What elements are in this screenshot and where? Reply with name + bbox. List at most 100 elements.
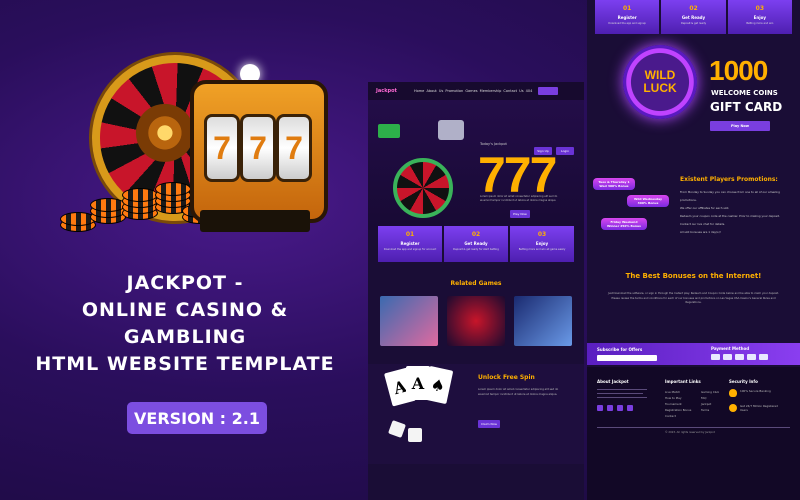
slot-machine-image: 7 7 7 — [190, 80, 328, 223]
step-number: 01 — [405, 231, 415, 238]
footer-about-title: About Jackpot — [597, 379, 629, 384]
coins-number: 1000 — [709, 55, 768, 86]
step-card: 01 Register Download the app and signup — [595, 0, 660, 34]
users-icon — [729, 404, 737, 412]
preview-steps: 01 Register Download the app and signup … — [378, 226, 574, 262]
free-spin-text: Lorem ipsum dolor sit amet consectetur a… — [478, 388, 559, 396]
preview-hero: Today's Jackpot 777 Sign Up Login Lorem … — [368, 100, 584, 230]
promotion-page-preview: 01 Register Download the app and signup … — [587, 0, 800, 500]
login-button[interactable]: Login — [556, 147, 574, 155]
promo-badge: Tues & Thursday 1 Wed 300% Bonus — [593, 178, 635, 190]
gift-play-button[interactable]: Play Now — [710, 121, 770, 131]
play-now-button[interactable]: Play Now — [510, 210, 530, 218]
step-desc: Download the app and signup for account — [383, 248, 437, 251]
right-steps: 01 Register Download the app and signup … — [595, 0, 792, 34]
step-desc: Download the app and signup — [608, 22, 646, 25]
bonus-title: The Best Bonuses on the Internet! — [625, 272, 762, 280]
step-number: 03 — [755, 5, 764, 12]
footer-links-title: Important Links — [665, 379, 701, 384]
shield-icon — [729, 389, 737, 397]
luck-text: LUCK — [643, 81, 677, 95]
subscribe-label: Subscribe for Offers — [597, 347, 643, 352]
step-title: Enjoy — [535, 241, 549, 246]
payment-label: Payment Method — [711, 346, 750, 351]
instagram-icon[interactable] — [617, 405, 623, 411]
facebook-icon[interactable] — [597, 405, 603, 411]
step-title: Register — [400, 241, 420, 246]
footer-links-list: Live Match How to Play Tournament Regist… — [665, 389, 691, 419]
bonus-text: Just Download the software, or sign in t… — [607, 292, 780, 304]
payment-visa-icon — [711, 354, 720, 360]
hero-title: JACKPOT - ONLINE CASINO & GAMBLING HTML … — [20, 270, 350, 378]
dice-image — [408, 428, 422, 442]
payment-card-icon — [747, 354, 756, 360]
twitter-icon[interactable] — [607, 405, 613, 411]
footer-text-line — [597, 397, 647, 398]
step-number: 01 — [622, 5, 632, 12]
step-title: Enjoy — [753, 15, 766, 20]
step-title: Get Ready — [681, 15, 706, 20]
preview-nav-button[interactable] — [538, 87, 558, 95]
footer-text-line — [597, 393, 643, 394]
security-text: Get 24/7 Million Registered Users — [740, 404, 778, 412]
preview-navbar: Jackpot Home About Us Promotion Games Me… — [368, 82, 584, 100]
step-desc: Betting more and win all game easily — [518, 248, 566, 251]
free-spin-title: Unlock Free Spin — [478, 374, 535, 381]
slot-base — [200, 210, 310, 232]
subscribe-input[interactable] — [597, 355, 657, 361]
hero-title-line3: HTML WEBSITE TEMPLATE — [35, 353, 335, 375]
free-spin-section: A A ♠ Unlock Free Spin Lorem ipsum dolor… — [368, 364, 584, 464]
promo-item: We offer our affiliates for each slot. — [680, 206, 730, 210]
copyright: © 2023. All rights reserved by Jackpot — [665, 431, 715, 434]
signup-button[interactable]: Sign Up — [534, 147, 552, 155]
money-image — [378, 124, 400, 138]
gift-card-label: GIFT CARD — [710, 100, 783, 114]
game-thumbnail[interactable] — [380, 296, 438, 346]
youtube-icon[interactable] — [627, 405, 633, 411]
slot-reel: 7 — [204, 114, 240, 182]
slot-reel: 7 — [240, 114, 276, 182]
payment-bank-icon — [759, 354, 768, 360]
promo-badge: Wild Wednesday 300% Bonus — [627, 195, 669, 207]
step-number: 02 — [471, 231, 481, 238]
promo-item: Redeem your coupon code at the cashier. … — [680, 214, 780, 218]
step-desc: Deposit & get ready for start betting — [453, 248, 499, 251]
related-games-title: Related Games — [450, 280, 502, 287]
hero-title-line1: JACKPOT - — [126, 272, 244, 294]
footer-link[interactable]: Terms — [701, 407, 719, 413]
footer-link[interactable]: Contact — [665, 413, 691, 419]
game-thumbnail[interactable] — [447, 296, 505, 346]
subscribe-bar: Subscribe for Offers Payment Method — [587, 343, 800, 365]
game-thumbnail[interactable] — [514, 296, 572, 346]
version-badge: VERSION : 2.1 — [127, 402, 267, 434]
footer-links-list-2: Gaming Club FAQ Jackpot Terms — [701, 389, 719, 413]
step-desc: Betting more and win — [746, 22, 774, 25]
step-title: Get Ready — [464, 241, 488, 246]
footer: About Jackpot Important Links Live Match… — [587, 367, 800, 500]
step-card: 01 Register Download the app and signup … — [378, 226, 442, 262]
payment-paypal-icon — [735, 354, 744, 360]
footer-security-title: Security Info — [729, 379, 758, 384]
promotions-title: Existent Players Promotions: — [680, 176, 778, 183]
step-card: 02 Get Ready Deposit & get ready — [661, 0, 726, 34]
preview-hero-text: Lorem ipsum dolor sit amet consectetur a… — [480, 195, 558, 202]
step-card: 03 Enjoy Betting more and win all game e… — [510, 226, 574, 262]
step-card: 03 Enjoy Betting more and win — [727, 0, 792, 34]
hero-title-line2: ONLINE CASINO & GAMBLING — [81, 299, 289, 348]
promotions-list: From Monday to Sunday you can choose fro… — [680, 188, 792, 236]
footer-divider — [597, 427, 790, 428]
promo-item: From Monday to Sunday you can choose fro… — [680, 190, 780, 202]
step-number: 03 — [537, 231, 547, 238]
security-text: 100% Secure Banking — [740, 389, 771, 393]
claim-button[interactable]: Claim Now — [478, 420, 500, 428]
step-title: Register — [617, 15, 637, 20]
preview-roulette-image — [393, 158, 453, 218]
preview-nav-links[interactable]: Home About Us Promotion Games Membership… — [414, 89, 532, 93]
step-number: 02 — [689, 5, 698, 12]
promo-item: Contact our live chat for details. — [680, 222, 726, 226]
wild-luck-badge: WILD LUCK — [623, 45, 697, 119]
homepage-preview: Jackpot Home About Us Promotion Games Me… — [368, 82, 584, 500]
dice-image — [388, 420, 406, 438]
preview-logo[interactable]: Jackpot — [376, 88, 397, 94]
footer-text-line — [597, 389, 647, 390]
